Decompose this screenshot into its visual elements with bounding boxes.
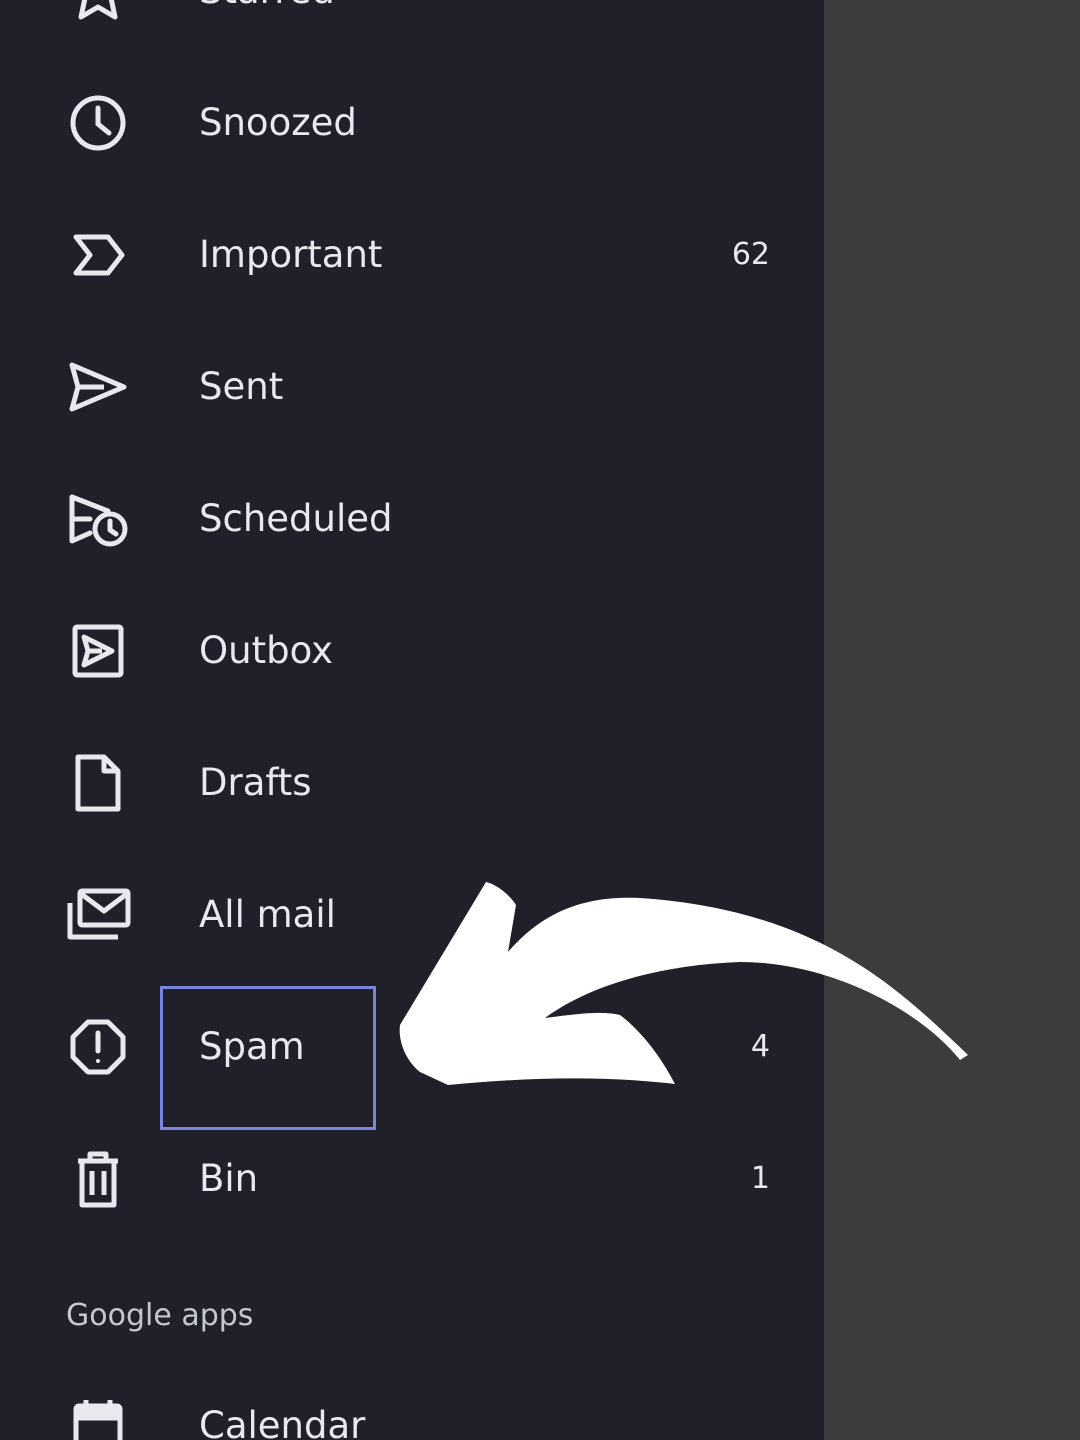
spam-highlight-box [160, 986, 376, 1130]
all-mail-icon [64, 885, 132, 945]
draft-icon [64, 753, 132, 813]
nav-count: 62 [731, 237, 770, 272]
drawer-scrim[interactable] [824, 0, 1080, 1440]
trash-icon [64, 1149, 132, 1209]
navigation-drawer: Starred 1 Snoozed Important 62 [0, 0, 824, 1440]
nav-item-drafts[interactable]: Drafts [0, 717, 824, 849]
nav-item-sent[interactable]: Sent [0, 321, 824, 453]
nav-item-outbox[interactable]: Outbox [0, 585, 824, 717]
nav-label: Bin [199, 1157, 259, 1200]
nav-item-calendar[interactable]: Calendar [0, 1360, 824, 1440]
nav-item-scheduled[interactable]: Scheduled [0, 453, 824, 585]
nav-label: Outbox [199, 629, 333, 672]
nav-item-starred[interactable]: Starred 1 [0, 0, 824, 57]
star-icon [64, 0, 132, 21]
clock-icon [64, 93, 132, 153]
nav-label: Calendar [199, 1404, 366, 1440]
nav-label: Drafts [199, 761, 312, 804]
important-icon [64, 225, 132, 285]
nav-label: All mail [199, 893, 336, 936]
scheduled-send-icon [64, 489, 132, 549]
nav-item-all-mail[interactable]: All mail [0, 849, 824, 981]
nav-item-spam[interactable]: Spam 4 [0, 981, 824, 1113]
gmail-screen: Starred 1 Snoozed Important 62 [0, 0, 1080, 1440]
nav-label: Important [199, 233, 383, 276]
outbox-icon [64, 621, 132, 681]
calendar-icon [64, 1396, 132, 1440]
nav-count: 1 [750, 1161, 770, 1196]
nav-label: Starred [199, 0, 335, 13]
nav-label: Scheduled [199, 497, 393, 540]
nav-label: Snoozed [199, 101, 357, 144]
spam-icon [64, 1017, 132, 1077]
nav-count: 4 [750, 1029, 770, 1064]
nav-item-snoozed[interactable]: Snoozed [0, 57, 824, 189]
send-icon [64, 357, 132, 417]
google-apps-section-title: Google apps [66, 1298, 254, 1333]
nav-label: Sent [199, 365, 284, 408]
nav-item-important[interactable]: Important 62 [0, 189, 824, 321]
nav-item-bin[interactable]: Bin 1 [0, 1113, 824, 1245]
nav-count: 1 [751, 0, 770, 9]
